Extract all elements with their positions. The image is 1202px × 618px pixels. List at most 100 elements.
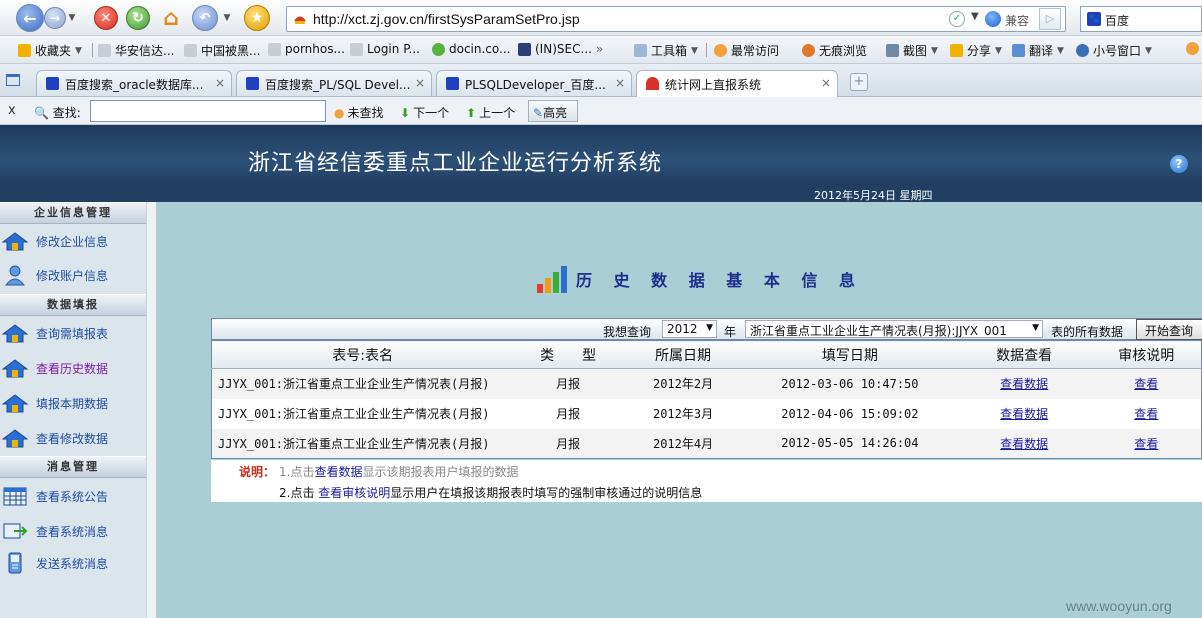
find-next-button[interactable]: ⬇ 下一个 [400,104,449,121]
cell-period: 2012年3月 [652,407,714,421]
star-icon[interactable]: ★ [244,5,270,31]
private-browsing-button[interactable]: 无痕浏览 [802,42,867,59]
close-icon[interactable]: × [215,76,225,90]
baidu-icon: 🐾 [1087,12,1101,26]
close-icon[interactable]: x [8,103,16,118]
sidebar-item-view-announcements[interactable]: 查看系统公告 [0,481,146,511]
note-2: 2.点击 查看审核说明显示用户在填报该期报表时填写的强制审核通过的说明信息 [279,486,703,500]
sidebar-item-history-data[interactable]: 查看历史数据 [0,353,146,383]
sidebar-item-edit-enterprise[interactable]: 修改企业信息 [0,226,146,256]
mask-icon [802,44,815,57]
translate-button[interactable]: 翻译 ▼ [1012,42,1064,59]
view-review-link[interactable]: 查看 [1134,437,1158,451]
favorites-menu[interactable]: 收藏夹 ▼ [18,42,82,59]
house-icon [2,359,28,378]
sidebar-item-fill-current[interactable]: 填报本期数据 [0,388,146,418]
favorite-link[interactable]: 华安信达... [98,42,174,59]
view-data-link[interactable]: 查看数据 [1000,377,1048,391]
scissors-icon [886,44,899,57]
start-query-button[interactable]: 开始查询 [1136,319,1202,340]
find-prev-button[interactable]: ⬆ 上一个 [466,104,515,121]
tab-stats-report-system[interactable]: 统计网上直报系统 × [636,70,838,97]
chevron-down-icon: ▼ [1032,323,1039,333]
toolbox-menu[interactable]: 工具箱 ▼ [634,42,698,59]
favorite-link[interactable]: 中国被黑... [184,42,260,59]
tab-baidu-plsql[interactable]: 百度搜索_PL/SQL Devel... × [236,70,432,96]
report-select[interactable]: 浙江省重点工业企业生产情况表(月报):JJYX_001 ▼ [745,320,1043,338]
share-button[interactable]: 分享 ▼ [950,42,1002,59]
divider [92,43,93,57]
find-input[interactable] [90,100,326,122]
view-review-link[interactable]: 查看 [1134,407,1158,421]
back-arrow-icon[interactable]: ← [16,4,44,32]
house-icon [2,429,28,448]
favorite-link[interactable]: Login P... [350,42,420,56]
tab-bar: 百度搜索_oracle数据库... × 百度搜索_PL/SQL Devel...… [0,64,1202,97]
address-bar[interactable]: http://xct.zj.gov.cn/firstSysParamSetPro… [286,6,1066,32]
close-icon[interactable]: × [615,76,625,90]
tab-list-icon[interactable] [6,74,20,86]
extension-icon [1186,42,1199,55]
system-header: 浙江省经信委重点工业企业运行分析系统 ? [0,125,1202,185]
search-engine-box[interactable]: 🐾 百度 [1080,6,1202,32]
bar-chart-icon [537,266,567,293]
current-date: 2012年5月24日 星期四 [814,189,933,202]
view-data-link[interactable]: 查看数据 [1000,437,1048,451]
cell-review: 查看 [1091,428,1202,459]
cell-type: 月报 [556,407,581,421]
home-icon[interactable]: ⌂ [158,5,184,31]
sidebar-item-view-messages[interactable]: 查看系统消息 [0,516,146,546]
highlight-button[interactable]: ✎高亮 [528,100,578,122]
sidebar-item-query-reports[interactable]: 查询需填报表 [0,318,146,348]
view-review-link[interactable]: 查看 [1134,377,1158,391]
favorite-link[interactable]: docin.co... [432,42,510,56]
users-icon [1076,44,1089,57]
insec-icon [518,42,531,56]
cell-filled-date: 2012-05-05 14:26:04 [742,428,957,459]
stop-icon[interactable]: ✕ [94,6,118,30]
sidebar-item-view-modified[interactable]: 查看修改数据 [0,423,146,453]
year-select[interactable]: 2012 ▼ [662,320,717,338]
chevron-down-icon[interactable]: ▼ [971,11,979,22]
cell-report-name: JJYX_001:浙江省重点工业企业生产情况表(月报) [218,407,490,421]
go-button[interactable]: ▷ [1039,8,1061,30]
main-content: 历 史 数 据 基 本 信 息 我想查询 2012 ▼ 年 浙江省重点工业企业生产… [156,202,1202,618]
view-data-link[interactable]: 查看数据 [1000,407,1048,421]
new-tab-button[interactable]: + [850,73,868,91]
cell-report-name: JJYX_001:浙江省重点工业企业生产情况表(月报) [211,368,514,399]
sidebar-item-send-message[interactable]: 发送系统消息 [0,548,146,578]
chevron-down-icon[interactable]: ▼ [66,12,78,24]
extra-icon[interactable] [1186,42,1199,55]
ie-compat-icon[interactable] [985,11,1001,27]
screenshot-button[interactable]: 截图 ▼ [886,42,938,59]
cell-view: 查看数据 [957,399,1092,429]
star-folder-icon [18,44,31,57]
shield-icon[interactable]: ✓ [949,11,965,27]
favorite-link[interactable]: (IN)SEC...» [518,42,603,56]
favorite-link[interactable]: pornhos... [268,42,345,56]
chevron-down-icon[interactable]: ▼ [221,12,233,24]
chevron-down-icon: ▼ [706,323,713,333]
sidebar-item-edit-account[interactable]: 修改账户信息 [0,260,146,290]
tab-plsql-developer[interactable]: PLSQLDeveloper_百度... × [436,70,632,96]
sidebar-scrollbar[interactable] [146,202,156,618]
sidebar-section-messages: 消息管理 [0,456,146,478]
tab-baidu-oracle[interactable]: 百度搜索_oracle数据库... × [36,70,232,96]
cell-report-name: JJYX_001:浙江省重点工业企业生产情况表(月报) [211,428,514,459]
year-suffix: 年 [724,325,737,339]
undo-icon[interactable]: ↶ [192,5,218,31]
column-header: 填写日期 [742,340,957,369]
small-window-button[interactable]: 小号窗口 ▼ [1076,42,1152,59]
most-visited-menu[interactable]: 最常访问 [714,42,779,59]
refresh-icon[interactable]: ↻ [126,6,150,30]
help-icon[interactable]: ? [1170,155,1188,173]
docin-icon [432,42,445,56]
note-1: 1.点击查看数据显示该期报表用户填报的数据 [279,465,519,479]
forward-arrow-icon[interactable]: → [44,7,66,29]
close-icon[interactable]: × [821,76,831,90]
share-icon [950,44,963,57]
close-icon[interactable]: × [415,76,425,90]
cell-filled-date: 2012-03-06 10:47:50 [742,368,957,399]
compat-mode-label[interactable]: 兼容 [1005,12,1029,29]
house-icon [2,324,28,343]
